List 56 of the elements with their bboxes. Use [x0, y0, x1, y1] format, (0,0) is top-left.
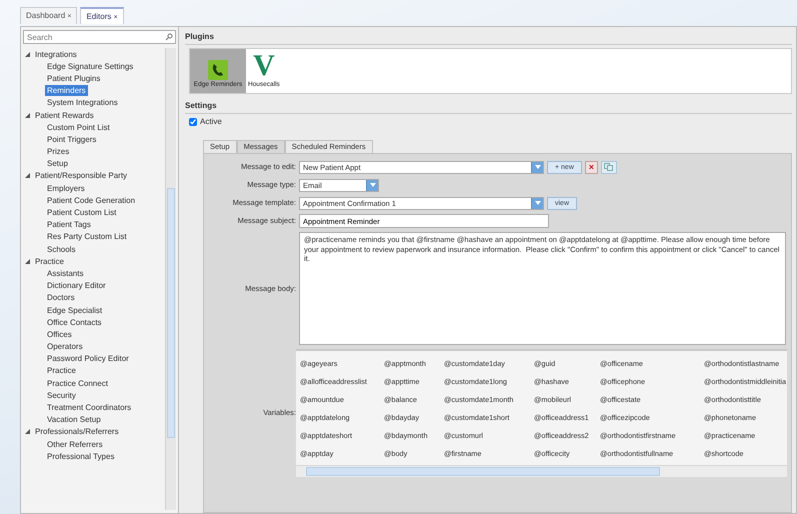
expand-arrow-icon[interactable]	[25, 173, 30, 178]
dropdown-arrow-icon[interactable]	[534, 201, 540, 205]
tree-item[interactable]: Edge Specialist	[45, 304, 104, 316]
dropdown-arrow-icon[interactable]	[370, 183, 376, 187]
tree-item[interactable]: Office Contacts	[45, 316, 104, 328]
tree-item[interactable]: Operators	[45, 341, 85, 352]
tree-item[interactable]: Offices	[45, 328, 74, 340]
search-field[interactable]: Search	[23, 30, 176, 44]
tree-item[interactable]: Point Triggers	[45, 134, 98, 145]
tree-item[interactable]: Doctors	[45, 292, 77, 304]
expand-arrow-icon[interactable]	[25, 258, 30, 264]
checkbox-label: Active	[200, 116, 222, 128]
tree-item[interactable]: Professional Types	[45, 450, 116, 462]
scrollbar-thumb[interactable]	[306, 467, 660, 476]
tree-item[interactable]: Patient Code Generation	[45, 194, 138, 206]
tree-item[interactable]: Prizes	[45, 146, 72, 158]
tree-item[interactable]: Reminders	[45, 85, 88, 96]
tree-item[interactable]: Practice Connect	[45, 378, 110, 389]
tree-item[interactable]: Custom Point List	[45, 122, 112, 133]
copy-button[interactable]	[600, 160, 617, 174]
tree-item[interactable]: Assistants	[45, 268, 86, 279]
scrollbar[interactable]	[296, 465, 787, 477]
search-icon	[165, 33, 173, 41]
tree-item[interactable]: Security	[45, 390, 78, 401]
tree-item[interactable]: Integrations	[33, 48, 79, 60]
expand-arrow-icon[interactable]	[25, 429, 30, 434]
tree-item[interactable]: Treatment Coordinators	[45, 402, 134, 414]
group-title: Plugins	[185, 31, 792, 45]
phone-icon	[208, 60, 228, 80]
tree-item[interactable]: Patient Custom List	[45, 207, 118, 218]
dropdown-arrow-icon[interactable]	[534, 165, 540, 169]
tree-item[interactable]: Practice	[33, 256, 66, 267]
active-checkbox[interactable]	[189, 118, 197, 126]
tree-item[interactable]: Patient Rewards	[33, 110, 96, 121]
tree-item[interactable]: Practice	[45, 365, 78, 376]
delete-button[interactable]: ×	[584, 160, 598, 174]
tree-item[interactable]: Dictionary Editor	[45, 280, 108, 292]
tree-item[interactable]: Vacation Setup	[45, 414, 103, 426]
tree-item[interactable]: System Integrations	[45, 97, 120, 108]
tree-item[interactable]: Edge Signature Settings	[45, 60, 136, 72]
scrollbar[interactable]	[165, 48, 176, 510]
tree-item[interactable]: Res Party Custom List	[45, 231, 129, 242]
expand-arrow-icon[interactable]	[25, 52, 30, 57]
logo-icon: V	[253, 52, 275, 80]
tree-item[interactable]: Patient/Responsible Party	[33, 170, 130, 182]
expand-arrow-icon[interactable]	[25, 112, 30, 118]
tree-item[interactable]: Patient Plugins	[45, 72, 102, 84]
tree-item[interactable]: Schools	[45, 244, 78, 255]
scrollbar-thumb[interactable]	[167, 188, 175, 438]
tree-item[interactable]: Password Policy Editor	[45, 353, 131, 364]
tree-item[interactable]: Professionals/Referrers	[33, 426, 121, 438]
tree-item[interactable]: Other Referrers	[45, 438, 105, 450]
group-title: Settings	[185, 100, 792, 114]
tree-item[interactable]: Employers	[45, 182, 87, 194]
tree-item[interactable]: Patient Tags	[45, 219, 93, 230]
tree-item[interactable]: Setup	[45, 158, 70, 170]
